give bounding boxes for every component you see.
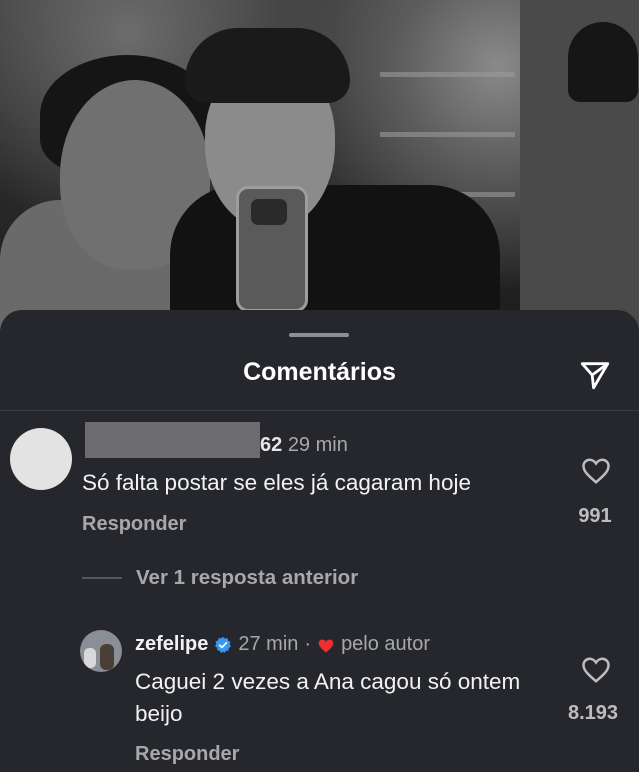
comment-meta: zefelipe 27 min · pelo autor [135, 633, 430, 656]
meta-separator: · [304, 633, 312, 655]
post-photo [0, 0, 639, 330]
thread-line [82, 577, 122, 579]
username[interactable]: 62 [260, 434, 282, 456]
drag-handle[interactable] [289, 333, 349, 337]
author-heart-icon [317, 637, 335, 653]
reply-button[interactable]: Responder [82, 513, 186, 536]
comment-time: 29 min [287, 434, 348, 456]
liked-by-author-label: pelo autor [341, 633, 431, 655]
view-replies-button[interactable]: Ver 1 resposta anterior [136, 566, 358, 590]
send-icon[interactable] [576, 356, 614, 394]
comment-text: Caguei 2 vezes a Ana cagou só ontem beij… [135, 669, 521, 726]
comments-sheet: Comentários 62 29 min Só falta postar se… [0, 310, 639, 772]
avatar[interactable] [80, 630, 122, 672]
photo-person-cap [185, 28, 350, 103]
comment-meta: 62 29 min [260, 434, 348, 457]
photo-person-body [170, 185, 500, 330]
redacted-username [85, 422, 260, 458]
photo-shelf [380, 72, 515, 77]
like-count: 8.193 [567, 702, 619, 724]
comment-time: 27 min [238, 633, 299, 655]
photo-helmet [568, 22, 638, 102]
photo-phone [236, 186, 308, 312]
like-heart-icon[interactable] [581, 656, 611, 684]
header-divider [0, 410, 639, 411]
like-count: 991 [578, 505, 612, 527]
comment-text: Só falta postar se eles já cagaram hoje [82, 470, 471, 495]
reply-button[interactable]: Responder [135, 743, 239, 766]
sheet-title: Comentários [243, 358, 396, 386]
username[interactable]: zefelipe [135, 633, 208, 656]
photo-shelf [380, 132, 515, 137]
verified-badge-icon [214, 636, 232, 654]
avatar[interactable] [10, 428, 72, 490]
like-heart-icon[interactable] [581, 457, 611, 485]
